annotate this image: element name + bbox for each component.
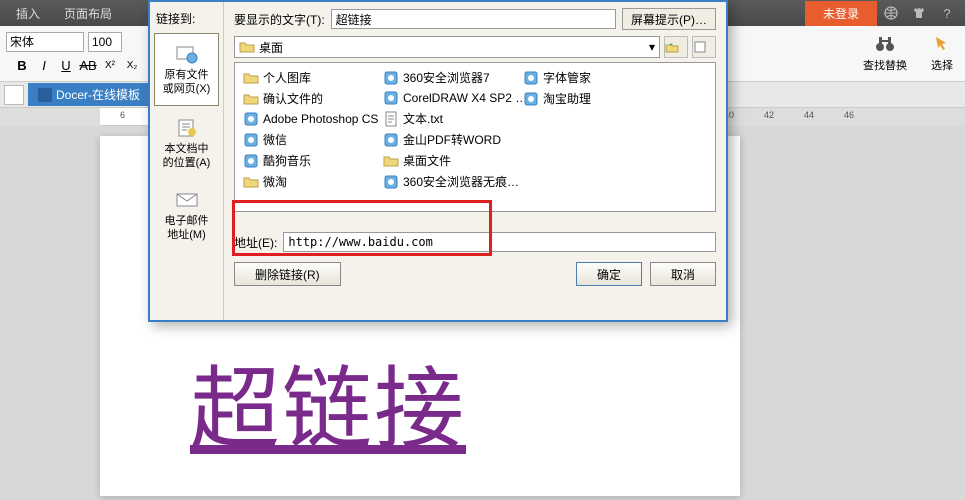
file-item[interactable]: 确认文件的 — [239, 88, 379, 109]
help-icon[interactable]: ? — [937, 3, 957, 23]
file-item[interactable]: 文本.txt — [379, 108, 519, 129]
file-item[interactable]: 金山PDF转WORD — [379, 129, 519, 150]
up-folder-button[interactable] — [664, 36, 688, 58]
file-item[interactable]: 360安全浏览器7 — [379, 67, 519, 88]
ruler-mark: 6 — [120, 110, 125, 120]
ruler-mark: 46 — [844, 110, 854, 120]
chevron-down-icon: ▾ — [649, 40, 655, 54]
file-name: 微淘 — [263, 173, 287, 190]
file-item[interactable]: 淘宝助理 — [519, 88, 659, 109]
globe-icon[interactable] — [881, 3, 901, 23]
ok-button[interactable]: 确定 — [576, 262, 642, 286]
folder-icon — [243, 70, 259, 86]
font-size-input[interactable] — [88, 32, 122, 52]
select-button[interactable]: 选择 — [925, 33, 959, 75]
address-input[interactable] — [283, 232, 716, 252]
superscript-button[interactable]: X² — [100, 56, 120, 76]
doc-tab-docer[interactable]: Docer-在线模板 — [28, 83, 150, 106]
login-button[interactable]: 未登录 — [805, 1, 877, 26]
ribbon-tab-layout[interactable]: 页面布局 — [52, 1, 124, 26]
file-item[interactable]: 微信 — [239, 129, 379, 150]
new-doc-button[interactable] — [4, 85, 24, 105]
app-icon — [383, 70, 399, 86]
file-name: 字体管家 — [543, 69, 591, 86]
font-name-input[interactable] — [6, 32, 84, 52]
file-name: 文本.txt — [403, 110, 443, 127]
file-item[interactable]: 桌面文件 — [379, 150, 519, 171]
browse-button[interactable] — [692, 36, 716, 58]
link-type-email[interactable]: 电子邮件 地址(M) — [154, 180, 219, 251]
remove-link-button[interactable]: 删除链接(R) — [234, 262, 341, 286]
binoculars-icon — [874, 35, 896, 57]
file-name: 个人图库 — [263, 69, 311, 86]
file-name: 360安全浏览器无痕… — [403, 173, 519, 190]
shirt-icon[interactable] — [909, 3, 929, 23]
subscript-button[interactable]: X₂ — [122, 56, 142, 76]
file-item[interactable]: 微淘 — [239, 171, 379, 192]
link-type-file-web[interactable]: 原有文件 或网页(X) — [154, 33, 219, 106]
app-icon — [243, 153, 259, 169]
docer-icon — [38, 88, 52, 102]
folder-icon — [383, 153, 399, 169]
file-name: 桌面文件 — [403, 152, 451, 169]
italic-button[interactable]: I — [34, 56, 54, 76]
location-dropdown[interactable]: 桌面 ▾ — [234, 36, 660, 58]
find-replace-label: 查找替换 — [863, 57, 907, 73]
app-icon — [243, 132, 259, 148]
file-name: Adobe Photoshop CS — [263, 112, 378, 126]
link-type-label: 原有文件 或网页(X) — [163, 68, 211, 97]
file-list: 个人图库确认文件的 Adobe Photoshop CS 微信酷狗音乐微淘 360安全… — [234, 62, 716, 212]
underline-button[interactable]: U — [56, 56, 76, 76]
app-icon — [243, 111, 259, 127]
location-value: 桌面 — [259, 39, 283, 56]
screen-tip-button[interactable]: 屏幕提示(P)… — [622, 8, 716, 30]
app-icon — [383, 132, 399, 148]
txt-icon — [383, 111, 399, 127]
folder-open-icon — [239, 40, 255, 54]
link-type-label: 电子邮件 地址(M) — [165, 214, 209, 243]
folder-icon — [243, 91, 259, 107]
email-icon — [173, 188, 201, 212]
file-item[interactable]: 360安全浏览器无痕… — [379, 171, 519, 192]
ruler-mark: 42 — [764, 110, 774, 120]
file-name: 微信 — [263, 131, 287, 148]
app-icon — [383, 174, 399, 190]
cancel-button[interactable]: 取消 — [650, 262, 716, 286]
address-label: 地址(E): — [234, 234, 277, 251]
file-name: 确认文件的 — [263, 90, 323, 107]
ruler-mark: 44 — [804, 110, 814, 120]
file-name: 金山PDF转WORD — [403, 131, 501, 148]
bold-button[interactable]: B — [12, 56, 32, 76]
ribbon-tab-insert[interactable]: 插入 — [4, 1, 52, 26]
app-icon — [523, 91, 539, 107]
hyperlink-dialog: 链接到: 原有文件 或网页(X) 本文档中 的位置(A) 电子邮件 地址(M) — [148, 0, 728, 322]
file-item[interactable]: 酷狗音乐 — [239, 150, 379, 171]
file-item[interactable]: 个人图库 — [239, 67, 379, 88]
link-type-sidebar: 链接到: 原有文件 或网页(X) 本文档中 的位置(A) 电子邮件 地址(M) — [150, 2, 224, 320]
strikethrough-button[interactable]: AB — [78, 56, 98, 76]
file-name: 淘宝助理 — [543, 90, 591, 107]
file-web-icon — [173, 42, 201, 66]
file-item[interactable]: CorelDRAW X4 SP2 … — [379, 88, 519, 108]
link-type-label: 本文档中 的位置(A) — [163, 142, 211, 171]
file-name: CorelDRAW X4 SP2 … — [403, 91, 527, 105]
file-name: 酷狗音乐 — [263, 152, 311, 169]
file-item[interactable]: Adobe Photoshop CS — [239, 109, 379, 129]
display-text-label: 要显示的文字(T): — [234, 11, 325, 28]
app-icon — [523, 70, 539, 86]
link-type-this-doc[interactable]: 本文档中 的位置(A) — [154, 108, 219, 179]
hyperlink-text[interactable]: 超链接 — [190, 336, 466, 466]
find-replace-button[interactable]: 查找替换 — [857, 33, 913, 75]
select-label: 选择 — [931, 57, 953, 73]
cursor-icon — [933, 35, 951, 57]
app-icon — [383, 90, 399, 106]
display-text-input[interactable] — [331, 9, 616, 29]
this-doc-icon — [173, 116, 201, 140]
folder-icon — [243, 174, 259, 190]
link-to-label: 链接到: — [150, 6, 223, 31]
doc-tab-label: Docer-在线模板 — [56, 86, 140, 103]
file-name: 360安全浏览器7 — [403, 69, 490, 86]
file-item[interactable]: 字体管家 — [519, 67, 659, 88]
